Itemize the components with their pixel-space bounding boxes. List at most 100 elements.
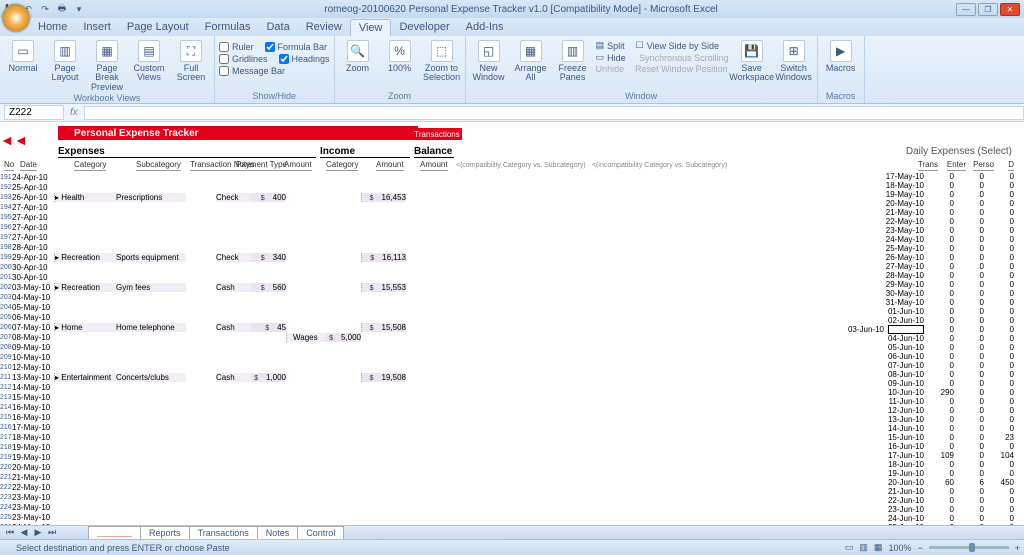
income-header: Income <box>320 146 410 158</box>
view-normal-icon[interactable]: ▭ <box>845 542 854 553</box>
macros-button[interactable]: ▶Macros <box>822 38 860 73</box>
table-row[interactable]: 21516-May-10 <box>0 412 406 422</box>
table-row[interactable]: 20910-May-10 <box>0 352 406 362</box>
table-row[interactable]: 19527-Apr-10 <box>0 212 406 222</box>
formula-input[interactable] <box>84 106 1024 120</box>
table-row[interactable]: 22020-May-10 <box>0 462 406 472</box>
normal-view-button[interactable]: ▭Normal <box>4 38 42 73</box>
table-row[interactable]: 20506-May-10 <box>0 312 406 322</box>
group-macros: ▶Macros Macros <box>818 36 865 103</box>
table-row[interactable]: 20809-May-10 <box>0 342 406 352</box>
table-row[interactable]: 21214-May-10 <box>0 382 406 392</box>
table-row[interactable]: 19627-Apr-10 <box>0 222 406 232</box>
view-break-icon[interactable]: ▦ <box>874 542 883 553</box>
zoom-selection-button[interactable]: ⬚Zoom to Selection <box>423 38 461 83</box>
tab-data[interactable]: Data <box>258 19 297 36</box>
active-cell[interactable] <box>888 325 924 334</box>
grid-body[interactable]: 19124-Apr-1019225-Apr-1019326-Apr-10▸ He… <box>0 172 1024 535</box>
print-icon[interactable]: 🖶 <box>55 2 69 16</box>
tab-developer[interactable]: Developer <box>391 19 457 36</box>
close-button[interactable]: ✕ <box>1000 3 1020 16</box>
name-box[interactable]: Z222 <box>4 105 64 120</box>
table-row[interactable]: 22121-May-10 <box>0 472 406 482</box>
table-row[interactable]: 19326-Apr-10▸ HealthPrescriptionsCheck$4… <box>0 192 406 202</box>
table-row[interactable]: 19225-Apr-10 <box>0 182 406 192</box>
headings-checkbox[interactable] <box>279 54 289 64</box>
table-row[interactable]: 22323-May-10 <box>0 492 406 502</box>
split-button[interactable]: ▤ <box>596 40 605 51</box>
table-row[interactable]: 21919-May-10 <box>0 452 406 462</box>
table-row[interactable]: 20708-May-10Wages$5,000 <box>0 332 406 342</box>
sheet-nav[interactable]: ⏮◀▶⏭ <box>4 527 58 538</box>
table-row[interactable]: 21718-May-10 <box>0 432 406 442</box>
transactions-tab[interactable]: Transactions <box>412 128 462 140</box>
tab-home[interactable]: Home <box>30 19 75 36</box>
table-row[interactable]: 19427-Apr-10 <box>0 202 406 212</box>
tab-formulas[interactable]: Formulas <box>197 19 259 36</box>
zoom-out-button[interactable]: − <box>917 543 922 553</box>
page-layout-button[interactable]: ▥Page Layout <box>46 38 84 83</box>
gridlines-checkbox[interactable] <box>219 54 229 64</box>
table-row[interactable]: 20304-May-10 <box>0 292 406 302</box>
ruler-checkbox[interactable] <box>219 42 229 52</box>
table-row[interactable]: 22222-May-10 <box>0 482 406 492</box>
save-workspace-button[interactable]: 💾Save Workspace <box>733 38 771 83</box>
sheet-tabs: _______ReportsTransactionsNotesControl <box>88 526 343 539</box>
side-by-side-button[interactable]: ☐ <box>636 40 644 51</box>
switch-windows-button[interactable]: ⊞Switch Windows <box>775 38 813 83</box>
group-window: ◱New Window ▦Arrange All ▥Freeze Panes ▤… <box>466 36 818 103</box>
full-screen-button[interactable]: ⛶Full Screen <box>172 38 210 83</box>
zoom-button[interactable]: 🔍Zoom <box>339 38 377 73</box>
table-row[interactable]: 22423-May-10 <box>0 502 406 512</box>
table-row[interactable]: 21315-May-10 <box>0 392 406 402</box>
office-button[interactable] <box>2 4 30 32</box>
tab-view[interactable]: View <box>350 19 392 36</box>
page-break-button[interactable]: ▦Page Break Preview <box>88 38 126 92</box>
view-layout-icon[interactable]: ▥ <box>859 542 868 553</box>
tab-page-layout[interactable]: Page Layout <box>119 19 197 36</box>
freeze-panes-button[interactable]: ▥Freeze Panes <box>554 38 592 83</box>
table-row[interactable]: 21416-May-10 <box>0 402 406 412</box>
table-row[interactable]: 21113-May-10▸ EntertainmentConcerts/club… <box>0 372 406 382</box>
minimize-button[interactable]: — <box>956 3 976 16</box>
tab-review[interactable]: Review <box>298 19 350 36</box>
collapse-arrow-icon[interactable]: ◄◄ <box>0 132 28 148</box>
table-row[interactable]: 19727-Apr-10 <box>0 232 406 242</box>
table-row[interactable]: 20130-Apr-10 <box>0 272 406 282</box>
message-bar-checkbox[interactable] <box>219 66 229 76</box>
zoom-100-button[interactable]: %100% <box>381 38 419 73</box>
sheet-tab-transactions[interactable]: Transactions <box>189 526 258 539</box>
arrange-all-button[interactable]: ▦Arrange All <box>512 38 550 83</box>
table-row[interactable]: 21819-May-10 <box>0 442 406 452</box>
table-row[interactable]: 21617-May-10 <box>0 422 406 432</box>
sheet-tab-_______[interactable]: _______ <box>88 526 141 539</box>
sheet-tab-control[interactable]: Control <box>297 526 344 539</box>
table-row[interactable]: 22523-May-10 <box>0 512 406 522</box>
worksheet[interactable]: ◄◄ Personal Expense Tracker Transactions… <box>0 122 1024 535</box>
new-window-button[interactable]: ◱New Window <box>470 38 508 83</box>
maximize-button[interactable]: ❐ <box>978 3 998 16</box>
table-row[interactable]: 19929-Apr-10▸ RecreationSports equipment… <box>0 252 406 262</box>
sheet-tab-notes[interactable]: Notes <box>257 526 299 539</box>
custom-views-button[interactable]: ▤Custom Views <box>130 38 168 83</box>
table-row[interactable]: 20405-May-10 <box>0 302 406 312</box>
qat-more-icon[interactable]: ▾ <box>72 2 86 16</box>
zoom-slider[interactable] <box>929 546 1009 549</box>
zoom-in-button[interactable]: + <box>1015 543 1020 553</box>
normal-icon: ▭ <box>12 40 34 62</box>
hide-button[interactable]: ▭ <box>596 52 605 63</box>
zoom-value: 100% <box>888 543 911 553</box>
formula-bar-checkbox[interactable] <box>265 42 275 52</box>
redo-icon[interactable]: ↷ <box>38 2 52 16</box>
table-row[interactable]: 20203-May-10▸ RecreationGym feesCash$560… <box>0 282 406 292</box>
tab-insert[interactable]: Insert <box>75 19 119 36</box>
table-row[interactable]: 20030-Apr-10 <box>0 262 406 272</box>
table-row[interactable]: 20607-May-10▸ HomeHome telephoneCash$45$… <box>0 322 406 332</box>
sheet-tab-reports[interactable]: Reports <box>140 526 190 539</box>
fx-icon[interactable]: fx <box>64 107 84 118</box>
table-row[interactable]: 21012-May-10 <box>0 362 406 372</box>
table-row[interactable]: 19828-Apr-10 <box>0 242 406 252</box>
ribbon: ▭Normal ▥Page Layout ▦Page Break Preview… <box>0 36 1024 104</box>
table-row[interactable]: 19124-Apr-10 <box>0 172 406 182</box>
tab-add-ins[interactable]: Add-Ins <box>458 19 512 36</box>
